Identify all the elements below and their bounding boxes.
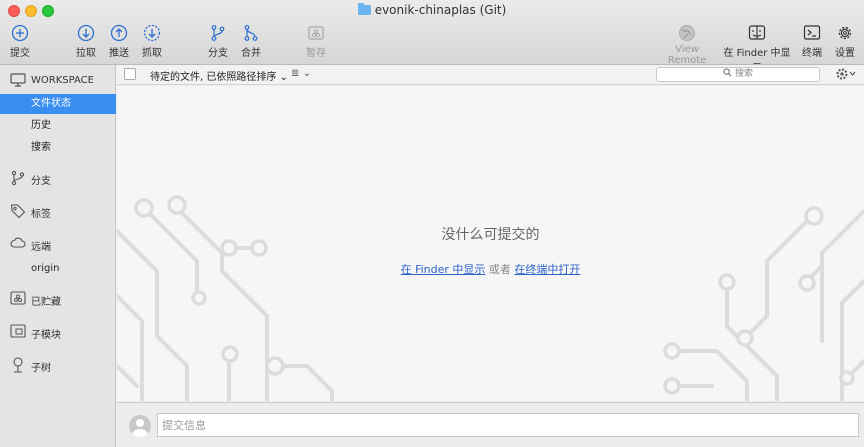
toolbar: evonik-chinaplas (Git) 提交 拉取 推送 抓取 分支 合并… <box>0 0 864 74</box>
sidebar-section-tags[interactable]: 标签 <box>0 200 116 222</box>
branch-icon <box>11 170 25 186</box>
empty-state-actions: 在 Finder 中显示 或者 在终端中打开 <box>400 263 581 276</box>
terminal-button[interactable]: 终端 <box>800 24 824 59</box>
merge-button[interactable]: 合并 <box>239 24 263 59</box>
stash-button[interactable]: 暂存 <box>304 24 328 59</box>
commit-button[interactable]: 提交 <box>8 24 32 59</box>
fetch-button[interactable]: 抓取 <box>140 24 164 59</box>
sidebar: WORKSPACE 文件状态 历史 搜索 分支 标签 远端 origin 已贮藏… <box>0 65 116 447</box>
branch-icon <box>211 25 225 41</box>
options-gear-button[interactable] <box>835 67 857 84</box>
sidebar-item-search[interactable]: 搜索 <box>0 138 116 158</box>
chevron-down-icon: ⌄ <box>302 68 311 79</box>
sidebar-section-remotes[interactable]: 远端 <box>0 233 116 255</box>
sidebar-section-workspace[interactable]: WORKSPACE <box>0 70 116 92</box>
commit-bar <box>117 402 864 447</box>
sidebar-section-branches[interactable]: 分支 <box>0 167 116 189</box>
fetch-circle-icon <box>143 24 161 42</box>
settings-button[interactable]: 设置 <box>833 24 857 59</box>
empty-state-title: 没什么可提交的 <box>441 227 540 243</box>
pull-button[interactable]: 拉取 <box>74 24 98 59</box>
terminal-icon <box>803 25 821 40</box>
sidebar-section-submodules[interactable]: 子模块 <box>0 321 116 343</box>
show-in-finder-link[interactable]: 在 Finder 中显示 <box>401 263 486 276</box>
window-title: evonik-chinaplas (Git) <box>0 3 864 17</box>
select-all-checkbox[interactable] <box>124 68 136 80</box>
list-icon: ≣ <box>291 68 300 79</box>
sidebar-item-history[interactable]: 历史 <box>0 116 116 136</box>
search-input[interactable]: 搜索 <box>656 67 820 82</box>
folder-icon <box>357 3 371 15</box>
view-remote-button[interactable]: View Remote <box>657 24 717 66</box>
arrow-up-circle-icon <box>110 24 128 42</box>
file-status-pane: 没什么可提交的 在 Finder 中显示 或者 在终端中打开 <box>117 86 864 401</box>
open-in-terminal-link[interactable]: 在终端中打开 <box>514 263 580 276</box>
sidebar-section-subtrees[interactable]: 子树 <box>0 354 116 376</box>
file-filter-bar: 待定的文件, 已依照路径排序 ⌄ ≣ ⌄ 搜索 <box>117 65 864 85</box>
push-button[interactable]: 推送 <box>107 24 131 59</box>
gear-icon <box>836 68 856 80</box>
tag-icon <box>10 204 26 219</box>
plus-circle-icon <box>11 24 29 42</box>
gear-icon <box>838 26 852 40</box>
view-mode-dropdown[interactable]: ≣ ⌄ <box>291 68 311 79</box>
commit-message-input[interactable] <box>157 413 859 437</box>
arrow-down-circle-icon <box>77 24 95 42</box>
sidebar-section-stashes[interactable]: 已贮藏 <box>0 288 116 310</box>
avatar <box>129 415 151 437</box>
stash-icon <box>10 291 26 305</box>
finder-icon <box>748 25 766 40</box>
sidebar-item-origin[interactable]: origin <box>0 259 116 279</box>
merge-icon <box>244 25 258 41</box>
globe-icon <box>679 25 695 41</box>
cloud-icon <box>10 237 26 248</box>
stash-icon <box>308 26 324 40</box>
search-icon <box>723 68 732 77</box>
submodule-icon <box>10 324 26 338</box>
tree-icon <box>13 357 23 373</box>
sidebar-item-file-status[interactable]: 文件状态 <box>0 94 116 114</box>
monitor-icon <box>10 73 26 87</box>
branch-button[interactable]: 分支 <box>206 24 230 59</box>
sort-dropdown[interactable]: 待定的文件, 已依照路径排序 ⌄ <box>150 68 288 83</box>
chevron-down-icon: ⌄ <box>279 72 288 83</box>
